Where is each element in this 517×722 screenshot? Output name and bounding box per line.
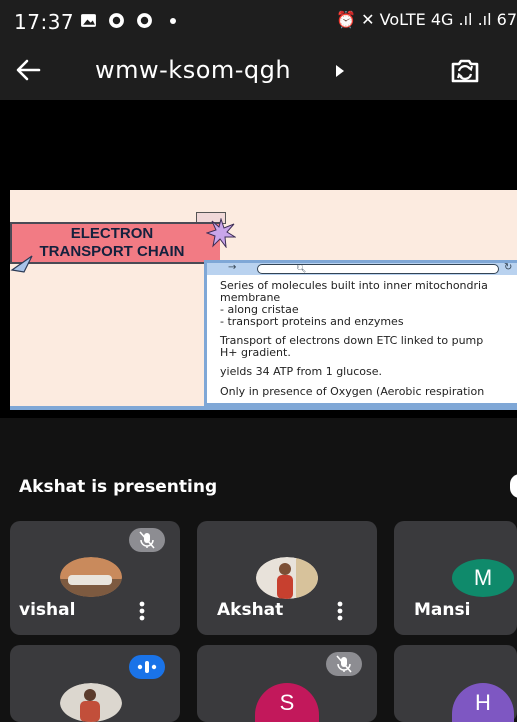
notification-dot-icon — [170, 18, 176, 24]
browser-arrow-icon: → — [228, 262, 237, 273]
slide-text-line: yields 34 ATP from 1 glucose. — [220, 365, 382, 378]
slide-text-line: - transport proteins and enzymes — [220, 315, 404, 328]
mic-off-badge — [326, 652, 362, 676]
presenting-label: Akshat is presenting — [19, 477, 218, 497]
slide-text-line: Only in presence of Oxygen (Aerobic resp… — [220, 385, 485, 398]
mic-off-badge — [129, 528, 165, 552]
caret-right-icon[interactable] — [335, 64, 345, 78]
search-icon: 🔍︎ — [296, 264, 307, 273]
avatar-participant — [60, 683, 122, 722]
slide-footer-bar — [10, 406, 517, 410]
speaking-badge — [129, 655, 165, 679]
participant-name: Mansi — [414, 600, 471, 620]
avatar-letter: M — [452, 559, 514, 597]
mic-off-icon — [336, 655, 352, 673]
gallery-icon — [81, 14, 96, 27]
starburst-icon — [206, 218, 236, 248]
participant-name: vishal — [19, 600, 76, 620]
back-arrow-icon[interactable] — [14, 56, 42, 84]
meeting-code[interactable]: wmw-ksom-qgh — [95, 56, 291, 84]
slide-title-line1: ELECTRON — [70, 225, 154, 242]
mic-off-icon — [139, 531, 155, 549]
more-options-icon[interactable] — [337, 601, 343, 621]
status-indicators: ⏰ ✕ VoLTE 4G .ıl .ıl 67 — [336, 10, 517, 29]
slide-title-line2: TRANSPORT CHAIN — [39, 243, 185, 260]
slide-text-line: H+ gradient. — [220, 346, 291, 359]
status-time: 17:37 — [14, 10, 75, 34]
slide-title: ELECTRON TRANSPORT CHAIN — [12, 225, 212, 261]
switch-camera-icon[interactable] — [448, 55, 482, 87]
browser-search-bar — [257, 264, 499, 274]
audio-level-icon — [137, 661, 157, 673]
reload-icon: ↻ — [504, 262, 513, 273]
avatar-akshat — [256, 557, 318, 599]
whatsapp-icon — [109, 13, 124, 28]
pointer-cursor-icon — [10, 255, 33, 273]
avatar-vishal — [60, 557, 122, 597]
more-options-icon[interactable] — [139, 601, 145, 621]
whatsapp-icon-2 — [137, 13, 152, 28]
participant-name: Akshat — [217, 600, 284, 620]
presenting-bar — [0, 418, 517, 522]
